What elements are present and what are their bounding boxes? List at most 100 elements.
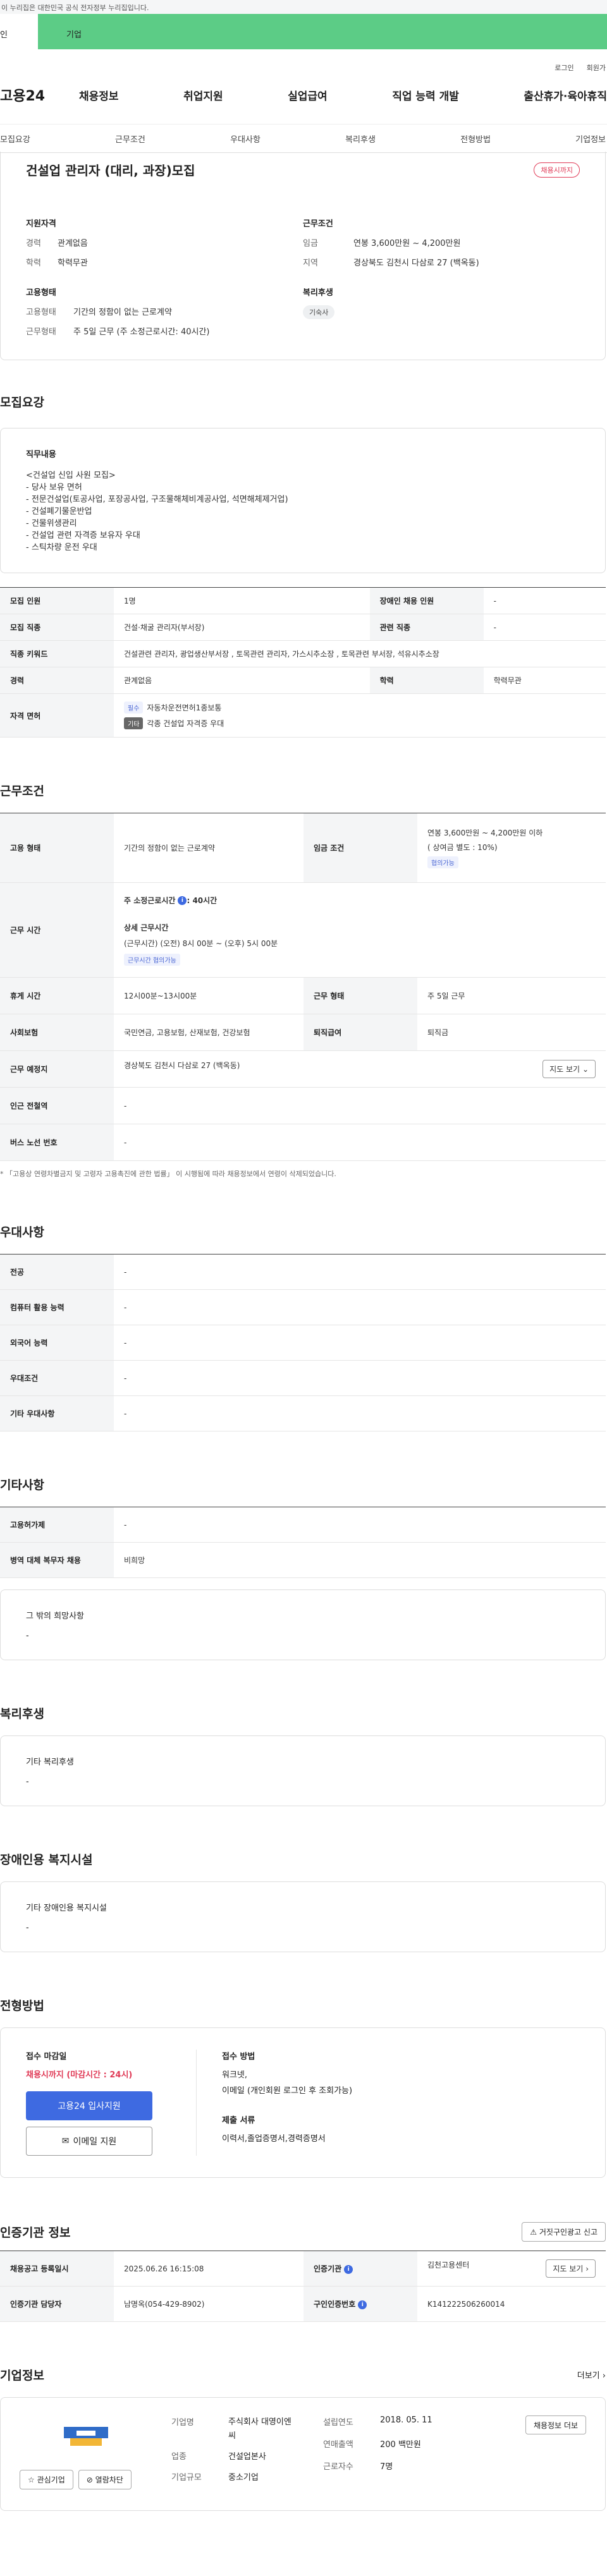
table-header-cell: 고용허가제 (0, 1507, 114, 1543)
label: 근무형태 (26, 327, 56, 337)
table-cell: 건설·채굴 관리자(부서장) (114, 614, 370, 641)
login-link[interactable]: 로그인 (555, 63, 573, 73)
table-row: 컴퓨터 활용 능력 - (0, 1289, 606, 1325)
table-row: 고용허가제 - (0, 1507, 606, 1543)
deadline-heading: 접수 마감일 (26, 2052, 67, 2062)
global-nav: 고용24 채용정보 취업지원 실업급여 직업 능력 개발 출산휴가·육아휴직 (0, 76, 607, 114)
certification-section: 인증기관 정보 ⚠ 거짓구인광고 신고 채용공고 등록일시 2025.06.26 … (0, 2222, 607, 2322)
etc-section: 기타사항 고용허가제 - 병역 대체 복무자 채용 비희망 그 밖의 희망사항 - (0, 1476, 607, 1660)
table-row: 전공 - (0, 1254, 606, 1290)
table-cell: 필수 자동차운전면허1종보통 기타 각종 건설업 자격증 우대 (114, 693, 606, 738)
value: 연봉 3,600만원 ~ 4,200만원 (353, 239, 461, 248)
qualification-heading: 지원자격 (26, 219, 56, 229)
gnb-jobs[interactable]: 채용정보 (79, 87, 119, 103)
tab-individual[interactable]: 인 (0, 14, 38, 49)
table-header-cell: 인증기관 i (304, 2251, 417, 2287)
gnb-employment-support[interactable]: 취업지원 (183, 87, 223, 103)
info-icon[interactable]: i (344, 2264, 353, 2274)
apply-button[interactable]: 고용24 입사지원 (26, 2091, 152, 2120)
table-header-cell: 퇴직급여 (304, 1014, 417, 1051)
table-cell: 주 소정근로시간 i: 40시간 상세 근무시간 (근무시간) (오전) 8시 0… (114, 882, 606, 978)
summary-emptype: 고용형태 기간의 정함이 없는 근로계약 (26, 305, 303, 317)
selection-section: 전형방법 접수 마감일 채용시까지 (마감시간 : 24시) 고용24 입사지원… (0, 1996, 607, 2178)
table-cell: - (114, 1325, 606, 1361)
table-row: 병역 대체 복무자 채용 비희망 (0, 1542, 606, 1578)
table-header-cell: 직종 키워드 (0, 640, 114, 667)
duty-box: 직무내용 <건설업 신입 사원 모집> - 당사 보유 면허 - 전문건설업(토… (0, 428, 606, 573)
anchor-conditions[interactable]: 근무조건 (115, 133, 145, 145)
site-logo[interactable]: 고용24 (0, 85, 60, 105)
preferences-table: 전공 - 컴퓨터 활용 능력 - 외국어 능력 - 우대조건 - 기타 우대사항 - (0, 1254, 606, 1431)
value: 기간의 정함이 없는 근로계약 (73, 308, 172, 317)
anchor-selection[interactable]: 전형방법 (460, 133, 491, 145)
table-cell: - (114, 1087, 606, 1124)
table-header-cell: 컴퓨터 활용 능력 (0, 1289, 114, 1325)
company-jobs-button[interactable]: 채용정보 더보 (525, 2415, 586, 2434)
summary-left: 지원자격 경력 관계없음 학력 학력무관 고용형태 고용형태 기간의 정함이 없는 근… (26, 191, 303, 344)
table-cell: 경상북도 김천시 다삼로 27 (백옥동) 지도 보기 ⌄ (114, 1050, 606, 1088)
value: 주 5일 근무 (주 소정근로시간: 40시간) (73, 327, 210, 337)
table-row: 모집 직종 건설·채굴 관리자(부서장) 관련 직종 - (0, 614, 606, 641)
more-label: 더보기 (577, 2371, 600, 2381)
table-header-cell: 사회보험 (0, 1014, 114, 1051)
gnb-vocational-training[interactable]: 직업 능력 개발 (392, 87, 459, 103)
table-header-cell: 인증기관 담당자 (0, 2286, 114, 2322)
other-wishes-box: 그 밖의 희망사항 - (0, 1589, 606, 1660)
disabled-facility-heading: 장애인용 복지시설 (0, 1853, 93, 1867)
preferences-heading: 우대사항 (0, 1225, 44, 1239)
gnb-unemployment-benefit[interactable]: 실업급여 (288, 87, 328, 103)
favorite-company-button[interactable]: ☆ 관심기업 (20, 2470, 73, 2489)
conditions-section: 근무조건 고용 형태 기간의 정함이 없는 근로계약 임금 조건 연봉 3,60… (0, 782, 607, 1179)
report-button[interactable]: ⚠ 거짓구인광고 신고 (522, 2222, 606, 2242)
anchor-recruit[interactable]: 모집요강 (0, 133, 30, 145)
table-row: 자격 면허 필수 자동차운전면허1종보통 기타 각종 건설업 자격증 우대 (0, 693, 606, 738)
map-button-label: 지도 보기 (549, 1065, 580, 1074)
conditions-table: 고용 형태 기간의 정함이 없는 근로계약 임금 조건 연봉 3,600만원 ~… (0, 813, 606, 1161)
label: 고용형태 (26, 308, 56, 317)
star-icon: ☆ (28, 2476, 35, 2484)
company-sales-row: 연매출액 200 백만원 (323, 2438, 475, 2450)
gnb-parental-leave[interactable]: 출산휴가·육아휴직 (524, 87, 607, 103)
job-header: 건설업 관리자 (대리, 과장)모집 채용시까지 (1, 152, 605, 179)
email-apply-button[interactable]: ✉ 이메일 지원 (26, 2127, 152, 2156)
table-cell: 주 5일 근무 (417, 977, 606, 1014)
hours-total-label: 주 소정근로시간 (124, 896, 176, 905)
company-header: 기업정보 더보기 › (0, 2366, 606, 2383)
info-icon[interactable]: i (178, 896, 187, 905)
table-header-cell: 근무 예정지 (0, 1050, 114, 1088)
method-column: 접수 방법 워크넷, 이메일 (개인회원 로그인 후 조회가능) 제출 서류 이… (197, 2050, 352, 2156)
chevron-down-icon: ⌄ (582, 1065, 589, 1074)
table-cell: - (114, 1395, 606, 1431)
hours-total-value: : 40시간 (187, 896, 218, 905)
block-company-button[interactable]: ⊘ 열람차단 (78, 2470, 132, 2489)
summary-right: 근무조건 임금 연봉 3,600만원 ~ 4,200만원 지역 경상북도 김천시 다… (303, 191, 580, 344)
agency-label: 인증기관 (314, 2264, 342, 2273)
user-type-tabs: 인 기업 (0, 14, 607, 49)
table-row: 경력 관계없음 학력 학력무관 (0, 667, 606, 694)
value: 7명 (380, 2462, 393, 2472)
deadline-badge: 채용시까지 (534, 162, 580, 178)
table-header-cell: 모집 직종 (0, 614, 114, 641)
value: 경상북도 김천시 다삼로 27 (백옥동) (353, 258, 479, 268)
agency-value: 김천고용센터 (427, 2261, 470, 2269)
table-row: 버스 노선 번호 - (0, 1124, 606, 1161)
table-header-cell: 버스 노선 번호 (0, 1124, 114, 1161)
anchor-company[interactable]: 기업정보 (575, 133, 606, 145)
favorite-label: 관심기업 (37, 2476, 65, 2484)
anchor-welfare[interactable]: 복리후생 (345, 133, 376, 145)
tab-company[interactable]: 기업 (38, 14, 607, 49)
map-button[interactable]: 지도 보기 ⌄ (543, 1060, 596, 1078)
agency-map-button[interactable]: 지도 보기 › (546, 2259, 596, 2278)
anchor-preferences[interactable]: 우대사항 (230, 133, 261, 145)
certification-header: 인증기관 정보 ⚠ 거짓구인광고 신고 (0, 2222, 606, 2242)
info-icon[interactable]: i (358, 2300, 367, 2309)
table-row: 모집 인원 1명 장애인 채용 인원 - (0, 587, 606, 614)
label: 기업명 (171, 2418, 194, 2427)
table-cell: 국민연금, 고용보험, 산재보험, 건강보험 (114, 1014, 304, 1051)
other-wishes-heading: 그 밖의 희망사항 (26, 1612, 84, 1621)
company-more-link[interactable]: 더보기 › (577, 2369, 606, 2381)
table-header-cell: 기타 우대사항 (0, 1395, 114, 1431)
gov-notice-bar: 이 누리집은 대한민국 공식 전자정부 누리집입니다. (0, 0, 607, 14)
chevron-right-icon: › (602, 2371, 606, 2381)
signup-link[interactable]: 회원가 (587, 63, 606, 73)
